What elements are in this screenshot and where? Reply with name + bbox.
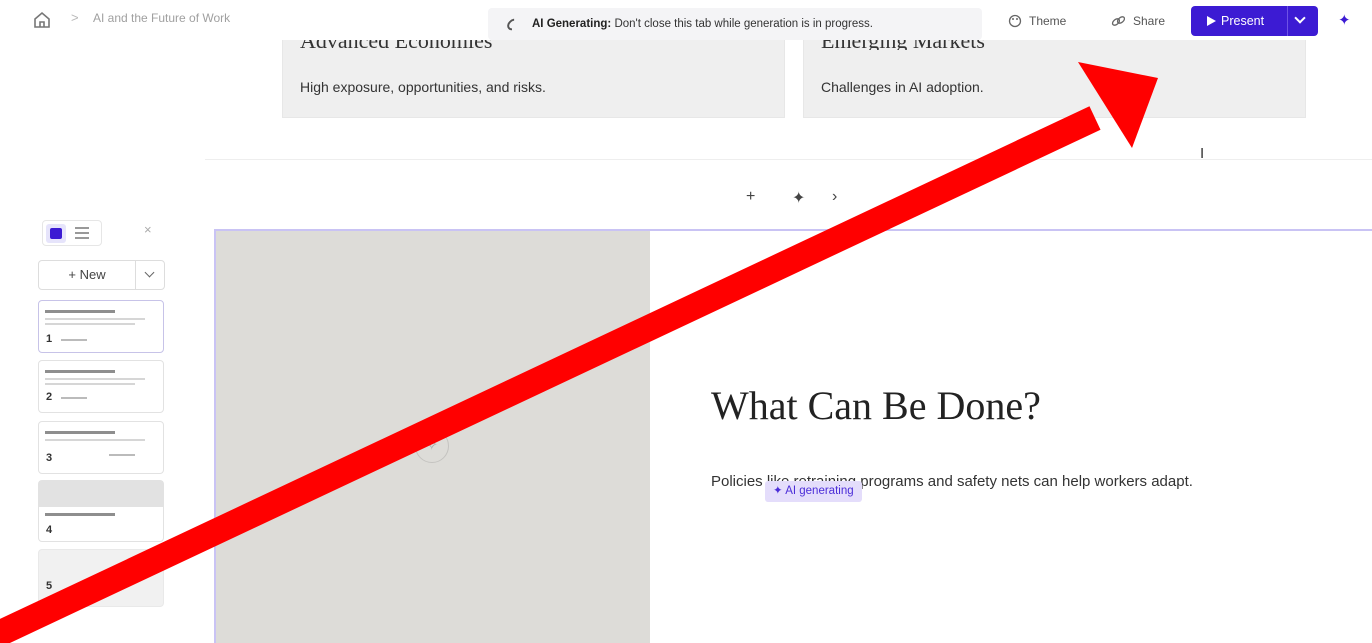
thumb-image — [39, 481, 163, 507]
top-bar: > AI and the Future of Work AI Generatin… — [0, 0, 1372, 40]
image-placeholder[interactable] — [216, 231, 650, 643]
new-card-control: + New — [38, 260, 165, 290]
loading-spinner-icon — [504, 16, 522, 33]
present-button[interactable]: Present — [1191, 6, 1318, 36]
generation-message: AI Generating: Don't close this tab whil… — [532, 18, 873, 30]
thumb-line — [45, 370, 115, 373]
image-generating-icon — [415, 429, 449, 463]
thumb-line — [45, 318, 145, 320]
slides-sidebar: × + New 1 2 3 4 5 — [30, 214, 170, 614]
ai-generating-badge: ✦ AI generating — [765, 481, 862, 502]
thumb-line — [109, 454, 135, 456]
current-card: What Can Be Done? Policies like retraini… — [214, 229, 1372, 643]
text-cursor-icon: I — [1200, 145, 1205, 162]
slide-number: 3 — [46, 452, 53, 464]
ai-edit-icon[interactable]: ✦ — [792, 188, 805, 208]
thumb-line — [45, 439, 145, 441]
thumb-line — [45, 323, 135, 325]
box-description: High exposure, opportunities, and risks. — [300, 79, 546, 95]
chevron-down-icon[interactable] — [144, 267, 155, 278]
slide-number: 5 — [46, 580, 53, 592]
present-label: Present — [1221, 14, 1265, 28]
thumbnail-view-icon[interactable] — [46, 224, 66, 243]
new-card-button[interactable]: + New — [39, 261, 135, 289]
palette-icon — [1008, 14, 1022, 28]
share-label: Share — [1133, 14, 1166, 28]
view-toggle — [42, 220, 102, 246]
new-divider — [135, 261, 136, 289]
share-button[interactable]: Share — [1111, 9, 1165, 33]
card-toolbar: + ✦ › — [732, 188, 842, 214]
play-icon — [1207, 16, 1216, 26]
ai-sparkle-icon[interactable]: ✦ — [1338, 11, 1351, 29]
card-heading[interactable]: What Can Be Done? — [711, 382, 1041, 429]
generation-text: Don't close this tab while generation is… — [614, 18, 873, 30]
generation-banner: AI Generating: Don't close this tab whil… — [488, 8, 982, 40]
thumb-line — [45, 513, 115, 516]
breadcrumb-separator: > — [71, 10, 79, 25]
add-card-icon[interactable]: + — [746, 188, 755, 206]
thumb-line — [45, 310, 115, 313]
economy-box: Emerging Markets Challenges in AI adopti… — [803, 28, 1306, 118]
theme-button[interactable]: Theme — [1008, 9, 1066, 33]
thumb-line — [61, 397, 87, 399]
breadcrumb-title[interactable]: AI and the Future of Work — [93, 11, 230, 25]
link-icon — [1111, 16, 1126, 26]
thumb-line — [61, 339, 87, 341]
slide-number: 4 — [46, 524, 53, 536]
theme-label: Theme — [1029, 14, 1067, 28]
slide-thumbnail[interactable]: 2 — [38, 360, 164, 413]
slide-number: 2 — [46, 391, 53, 403]
chevron-down-icon[interactable] — [1294, 12, 1306, 24]
slide-number: 1 — [46, 333, 53, 345]
slide-thumbnail[interactable]: 1 — [38, 300, 164, 353]
slide-thumbnail[interactable]: 4 — [38, 480, 164, 542]
thumb-line — [45, 378, 145, 380]
home-icon[interactable] — [33, 11, 51, 29]
close-icon[interactable]: × — [144, 222, 152, 237]
thumb-line — [45, 383, 135, 385]
thumb-line — [45, 431, 115, 434]
present-divider — [1287, 6, 1288, 36]
slide-thumbnail[interactable]: 3 — [38, 421, 164, 474]
more-icon[interactable]: › — [832, 188, 837, 206]
slide-thumbnail[interactable]: 5 — [38, 549, 164, 607]
list-view-icon[interactable] — [75, 227, 89, 239]
generation-label: AI Generating: — [532, 18, 612, 30]
box-description: Challenges in AI adoption. — [821, 79, 984, 95]
economy-box: Advanced Economies High exposure, opport… — [282, 28, 785, 118]
